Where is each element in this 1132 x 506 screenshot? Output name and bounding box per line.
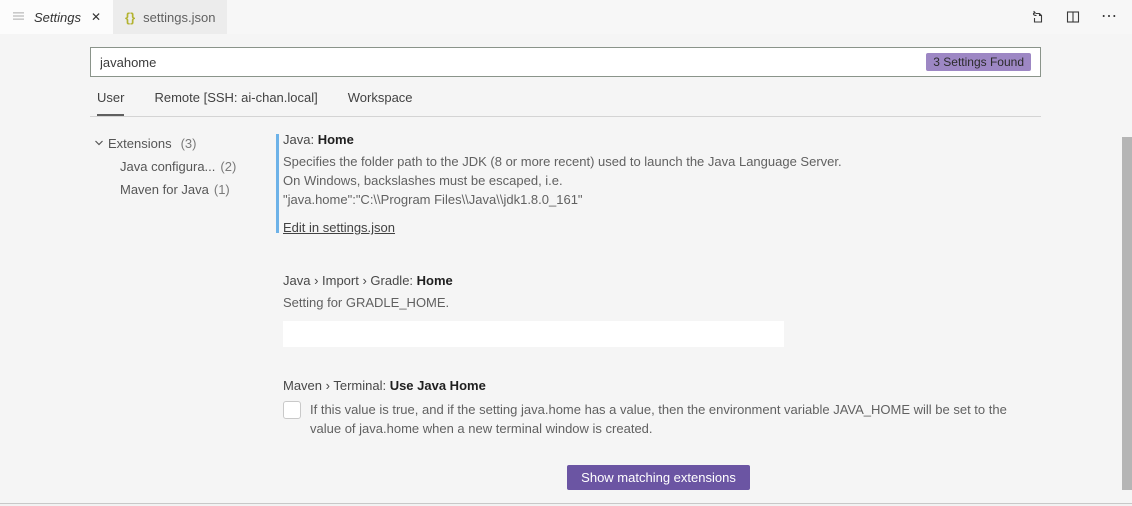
toc-item-extensions[interactable]: Extensions (3): [90, 132, 276, 155]
json-braces-icon: {}: [125, 10, 135, 25]
setting-name: Home: [417, 273, 453, 288]
more-actions-icon[interactable]: ⋯: [1101, 9, 1118, 25]
footer-row: Show matching extensions: [276, 465, 1041, 490]
tab-settings[interactable]: Settings ✕: [0, 0, 113, 34]
setting-title: Maven › Terminal: Use Java Home: [283, 378, 1041, 393]
settings-editor-icon: [12, 9, 26, 26]
modified-indicator-bar: [276, 134, 279, 233]
setting-description: If this value is true, and if the settin…: [310, 400, 1041, 438]
gradle-home-input[interactable]: [283, 321, 784, 347]
results-count-badge: 3 Settings Found: [926, 53, 1031, 71]
setting-description: Setting for GRADLE_HOME.: [283, 293, 1041, 312]
tab-settings-json[interactable]: {} settings.json: [113, 0, 227, 34]
toc-label: Maven for Java: [120, 182, 209, 197]
open-settings-json-icon[interactable]: [1028, 9, 1045, 26]
show-matching-extensions-button[interactable]: Show matching extensions: [567, 465, 750, 490]
scope-tab-remote[interactable]: Remote [SSH: ai-chan.local]: [154, 90, 317, 116]
scope-tab-user[interactable]: User: [97, 90, 124, 116]
setting-description-line: Specifies the folder path to the JDK (8 …: [283, 152, 1041, 171]
setting-description-line: "java.home":"C:\\Program Files\\Java\\jd…: [283, 190, 1041, 209]
setting-category: Java › Import › Gradle:: [283, 273, 417, 288]
edit-in-settings-json-link[interactable]: Edit in settings.json: [283, 220, 395, 235]
settings-toc: Extensions (3) Java configura... (2) Mav…: [90, 132, 276, 201]
setting-title: Java › Import › Gradle: Home: [283, 273, 1041, 288]
toc-count: (1): [214, 182, 230, 197]
checkbox-row: If this value is true, and if the settin…: [283, 400, 1041, 438]
setting-java-home: Java: Home Specifies the folder path to …: [276, 132, 1041, 235]
settings-search-row: 3 Settings Found: [90, 47, 1041, 77]
editor-actions: ⋯: [1028, 0, 1132, 34]
editor-tab-bar: Settings ✕ {} settings.json ⋯: [0, 0, 1132, 34]
setting-maven-use-java-home: Maven › Terminal: Use Java Home If this …: [276, 378, 1041, 438]
use-java-home-checkbox[interactable]: [283, 401, 301, 419]
settings-scope-tabs: User Remote [SSH: ai-chan.local] Workspa…: [90, 77, 1041, 117]
settings-search-input[interactable]: [90, 47, 1041, 77]
settings-list: Java: Home Specifies the folder path to …: [276, 132, 1041, 490]
setting-title: Java: Home: [283, 132, 1041, 147]
setting-gradle-home: Java › Import › Gradle: Home Setting for…: [276, 273, 1041, 347]
split-editor-icon[interactable]: [1065, 9, 1081, 25]
vertical-scrollbar[interactable]: [1122, 137, 1132, 490]
setting-category: Maven › Terminal:: [283, 378, 390, 393]
toc-item-maven-for-java[interactable]: Maven for Java (1): [90, 178, 276, 201]
tab-settings-json-label: settings.json: [143, 10, 215, 25]
tab-settings-label: Settings: [34, 10, 81, 25]
settings-content: Extensions (3) Java configura... (2) Mav…: [90, 132, 1041, 490]
chevron-down-icon: [94, 136, 104, 151]
setting-category: Java:: [283, 132, 318, 147]
setting-name: Use Java Home: [390, 378, 486, 393]
toc-item-java-configuration[interactable]: Java configura... (2): [90, 155, 276, 178]
setting-name: Home: [318, 132, 354, 147]
close-icon[interactable]: ✕: [91, 11, 101, 23]
toc-label: Extensions: [108, 136, 172, 151]
toc-count: (2): [220, 159, 236, 174]
scope-tab-workspace[interactable]: Workspace: [348, 90, 413, 116]
toc-count: (3): [181, 136, 197, 151]
setting-description-line: On Windows, backslashes must be escaped,…: [283, 171, 1041, 190]
toc-label: Java configura...: [120, 159, 215, 174]
